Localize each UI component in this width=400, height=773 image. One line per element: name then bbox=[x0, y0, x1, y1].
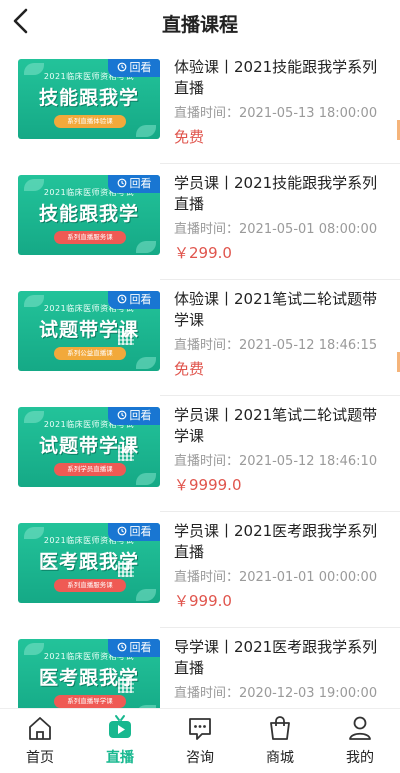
tab-consult[interactable]: 咨询 bbox=[160, 709, 240, 773]
tab-label: 商城 bbox=[266, 750, 294, 766]
course-item[interactable]: 2021临床医师资格考试 试题带学课 系列学员直播课 回看 学员课丨2021笔试… bbox=[0, 396, 400, 512]
time-label: 直播时间： bbox=[174, 570, 240, 585]
replay-badge[interactable]: 回看 bbox=[108, 291, 160, 309]
qr-code bbox=[118, 445, 134, 461]
tab-label: 首页 bbox=[26, 750, 54, 766]
thumb-pill: 系列公益直播课 bbox=[54, 347, 126, 360]
course-price: ￥999.0 bbox=[174, 592, 232, 610]
replay-icon bbox=[117, 642, 126, 652]
qr-code bbox=[118, 677, 134, 693]
replay-label: 回看 bbox=[129, 177, 152, 190]
course-item[interactable]: 2021临床医师资格考试 技能跟我学 系列直播服务课 回看 学员课丨2021技能… bbox=[0, 164, 400, 280]
course-price: ￥9999.0 bbox=[174, 476, 242, 494]
time-label: 直播时间： bbox=[174, 454, 240, 469]
tab-mall[interactable]: 商城 bbox=[240, 709, 320, 773]
time-value: 2021-01-01 00:00:00 bbox=[239, 570, 378, 585]
course-item[interactable]: 2021临床医师资格考试 医考跟我学 系列直播导学课 回看 导学课丨2021医考… bbox=[0, 628, 400, 708]
thumb-pill: 系列学员直播课 bbox=[54, 463, 126, 476]
time-value: 2021-05-01 08:00:00 bbox=[239, 222, 378, 237]
thumb-pill: 系列直播导学课 bbox=[54, 695, 126, 708]
replay-badge[interactable]: 回看 bbox=[108, 59, 160, 77]
replay-icon bbox=[117, 410, 126, 420]
time-label: 直播时间： bbox=[174, 338, 240, 353]
course-time: 直播时间：2021-05-01 08:00:00 bbox=[174, 218, 377, 237]
course-title: 体验课丨2021技能跟我学系列直播 bbox=[174, 58, 378, 97]
course-title: 学员课丨2021笔试二轮试题带学课 bbox=[174, 406, 378, 445]
course-time: 直播时间：2021-05-12 18:46:15 bbox=[174, 334, 377, 353]
tab-live[interactable]: 直播 bbox=[80, 709, 160, 773]
course-title: 学员课丨2021技能跟我学系列直播 bbox=[174, 174, 378, 213]
thumb-pill: 系列直播服务课 bbox=[54, 579, 126, 592]
replay-badge[interactable]: 回看 bbox=[108, 175, 160, 193]
replay-label: 回看 bbox=[129, 409, 152, 422]
bottom-tab-bar: 首页 直播 咨询 商城 我的 bbox=[0, 708, 400, 773]
course-thumbnail[interactable]: 2021临床医师资格考试 技能跟我学 系列直播服务课 回看 bbox=[18, 175, 160, 255]
thumb-headline: 试题带学课 bbox=[38, 319, 139, 341]
course-time: 直播时间：2021-01-01 00:00:00 bbox=[174, 566, 377, 585]
replay-label: 回看 bbox=[129, 61, 152, 74]
tab-label: 直播 bbox=[106, 750, 134, 766]
thumb-pill: 系列直播服务课 bbox=[54, 231, 126, 244]
time-value: 2021-05-12 18:46:15 bbox=[239, 338, 378, 353]
replay-label: 回看 bbox=[129, 293, 152, 306]
leaf-decoration bbox=[136, 589, 156, 601]
course-list[interactable]: 2021临床医师资格考试 技能跟我学 系列直播体验课 回看 体验课丨2021技能… bbox=[0, 48, 400, 708]
replay-label: 回看 bbox=[129, 525, 152, 538]
replay-icon bbox=[117, 526, 126, 536]
course-thumbnail[interactable]: 2021临床医师资格考试 试题带学课 系列学员直播课 回看 bbox=[18, 407, 160, 487]
replay-badge[interactable]: 回看 bbox=[108, 639, 160, 657]
chat-icon bbox=[189, 718, 211, 740]
thumb-headline: 医考跟我学 bbox=[38, 551, 139, 573]
course-time: 直播时间：2021-05-13 18:00:00 bbox=[174, 102, 377, 121]
thumb-headline: 医考跟我学 bbox=[38, 667, 139, 689]
tab-mine[interactable]: 我的 bbox=[320, 709, 400, 773]
time-label: 直播时间： bbox=[174, 222, 240, 237]
course-thumbnail[interactable]: 2021临床医师资格考试 医考跟我学 系列直播导学课 回看 bbox=[18, 639, 160, 708]
tab-label: 我的 bbox=[346, 750, 374, 766]
replay-label: 回看 bbox=[129, 641, 152, 654]
time-label: 直播时间： bbox=[174, 686, 240, 701]
leaf-decoration bbox=[136, 125, 156, 137]
leaf-decoration bbox=[136, 473, 156, 485]
course-thumbnail[interactable]: 2021临床医师资格考试 试题带学课 系列公益直播课 回看 bbox=[18, 291, 160, 371]
thumb-headline: 技能跟我学 bbox=[38, 203, 139, 225]
user-icon bbox=[349, 716, 371, 740]
time-value: 2021-05-12 18:46:10 bbox=[239, 454, 378, 469]
replay-icon bbox=[117, 62, 126, 72]
course-title: 学员课丨2021医考跟我学系列直播 bbox=[174, 522, 378, 561]
qr-code bbox=[118, 329, 134, 345]
course-thumbnail[interactable]: 2021临床医师资格考试 医考跟我学 系列直播服务课 回看 bbox=[18, 523, 160, 603]
course-price: ￥299.0 bbox=[174, 244, 232, 262]
course-time: 直播时间：2021-05-12 18:46:10 bbox=[174, 450, 377, 469]
course-price: 免费 bbox=[174, 128, 205, 146]
course-item[interactable]: 2021临床医师资格考试 试题带学课 系列公益直播课 回看 体验课丨2021笔试… bbox=[0, 280, 400, 396]
page-title: 直播课程 bbox=[161, 14, 238, 36]
thumb-pill: 系列直播体验课 bbox=[54, 115, 126, 128]
course-time: 直播时间：2020-12-03 19:00:00 bbox=[174, 682, 377, 701]
home-icon bbox=[29, 717, 51, 740]
time-value: 2021-05-13 18:00:00 bbox=[239, 106, 378, 121]
leaf-decoration bbox=[136, 357, 156, 369]
live-tv-icon bbox=[109, 715, 131, 738]
top-header: 直播课程 bbox=[0, 0, 400, 48]
course-item[interactable]: 2021临床医师资格考试 医考跟我学 系列直播服务课 回看 学员课丨2021医考… bbox=[0, 512, 400, 628]
course-thumbnail[interactable]: 2021临床医师资格考试 技能跟我学 系列直播体验课 回看 bbox=[18, 59, 160, 139]
thumb-headline: 试题带学课 bbox=[38, 435, 139, 457]
replay-badge[interactable]: 回看 bbox=[108, 407, 160, 425]
leaf-decoration bbox=[136, 241, 156, 253]
time-value: 2020-12-03 19:00:00 bbox=[239, 686, 378, 701]
shopping-bag-icon bbox=[270, 716, 290, 740]
course-title: 导学课丨2021医考跟我学系列直播 bbox=[174, 638, 378, 677]
course-title: 体验课丨2021笔试二轮试题带学课 bbox=[174, 290, 378, 329]
replay-icon bbox=[117, 294, 126, 304]
course-item[interactable]: 2021临床医师资格考试 技能跟我学 系列直播体验课 回看 体验课丨2021技能… bbox=[0, 48, 400, 164]
tab-label: 咨询 bbox=[186, 750, 214, 766]
tab-home[interactable]: 首页 bbox=[0, 709, 80, 773]
qr-code bbox=[118, 561, 134, 577]
replay-icon bbox=[117, 178, 126, 188]
replay-badge[interactable]: 回看 bbox=[108, 523, 160, 541]
time-label: 直播时间： bbox=[174, 106, 240, 121]
course-price: 免费 bbox=[174, 360, 205, 378]
thumb-headline: 技能跟我学 bbox=[38, 87, 139, 109]
